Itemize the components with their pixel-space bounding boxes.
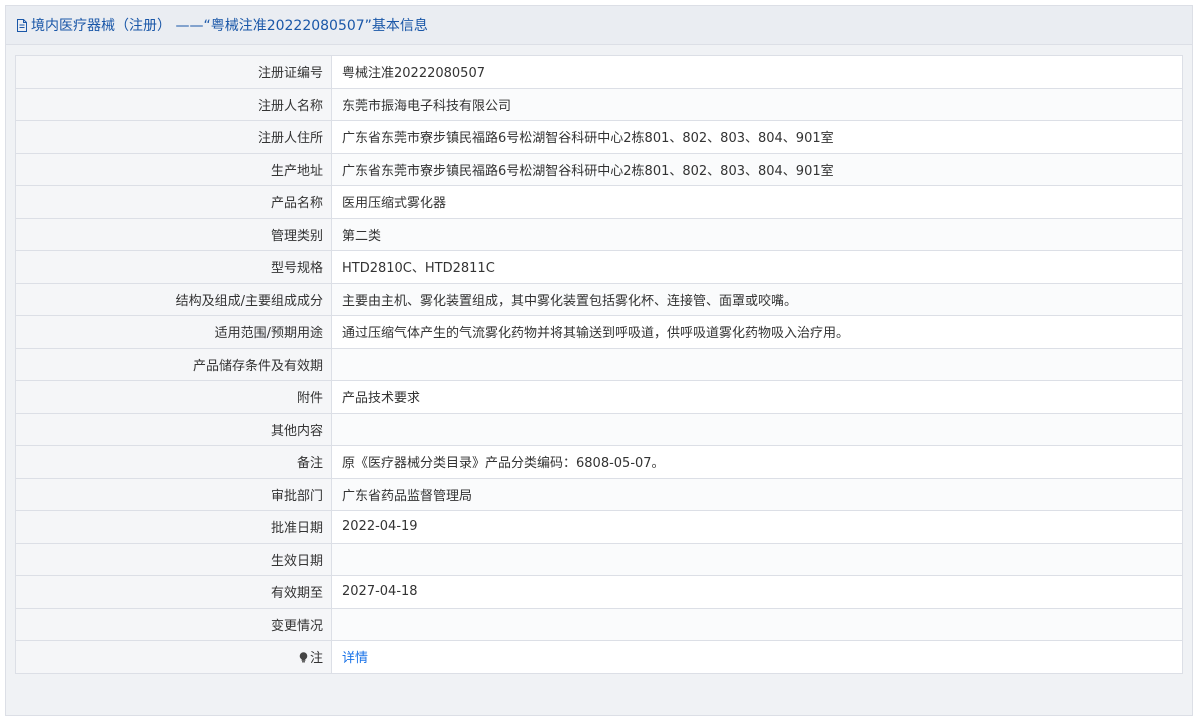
note-label-cell: 注 <box>15 640 332 674</box>
table-row: 变更情况 <box>15 607 1183 641</box>
table-row: 适用范围/预期用途 通过压缩气体产生的气流雾化药物并将其输送到呼吸道，供呼吸道雾化… <box>15 315 1183 349</box>
table-row: 产品储存条件及有效期 <box>15 347 1183 381</box>
field-value: HTD2810C、HTD2811C <box>331 250 1183 284</box>
note-label: 注 <box>309 651 323 667</box>
field-value <box>331 412 1183 446</box>
field-label: 注册人名称 <box>15 87 332 121</box>
field-label: 生效日期 <box>15 542 332 576</box>
table-row: 审批部门 广东省药品监督管理局 <box>15 477 1183 511</box>
field-value: 主要由主机、雾化装置组成，其中雾化装置包括雾化杯、连接管、面罩或咬嘴。 <box>331 282 1183 316</box>
field-label: 产品储存条件及有效期 <box>15 347 332 381</box>
field-label: 注册证编号 <box>15 55 332 89</box>
info-panel: 境内医疗器械（注册） ——“粤械注准20222080507”基本信息 注册证编号… <box>5 5 1193 716</box>
field-label: 审批部门 <box>15 477 332 511</box>
table-row: 备注 原《医疗器械分类目录》产品分类编码：6808-05-07。 <box>15 445 1183 479</box>
field-label: 生产地址 <box>15 152 332 186</box>
table-row: 生效日期 <box>15 542 1183 576</box>
field-label: 适用范围/预期用途 <box>15 315 332 349</box>
field-label: 其他内容 <box>15 412 332 446</box>
field-value <box>331 607 1183 641</box>
field-value <box>331 347 1183 381</box>
field-value <box>331 542 1183 576</box>
field-value: 通过压缩气体产生的气流雾化药物并将其输送到呼吸道，供呼吸道雾化药物吸入治疗用。 <box>331 315 1183 349</box>
field-label: 结构及组成/主要组成成分 <box>15 282 332 316</box>
field-label: 备注 <box>15 445 332 479</box>
table-row: 附件 产品技术要求 <box>15 380 1183 414</box>
field-label: 产品名称 <box>15 185 332 219</box>
detail-table: 注册证编号 粤械注准20222080507 注册人名称 东莞市振海电子科技有限公司 注册… <box>15 55 1183 674</box>
table-row: 生产地址 广东省东莞市寮步镇民福路6号松湖智谷科研中心2栋801、802、803、… <box>15 152 1183 186</box>
document-icon <box>16 19 28 32</box>
table-row: 注册人名称 东莞市振海电子科技有限公司 <box>15 87 1183 121</box>
field-value: 医用压缩式雾化器 <box>331 185 1183 219</box>
field-value: 东莞市振海电子科技有限公司 <box>331 87 1183 121</box>
field-value: 2022-04-19 <box>331 510 1183 544</box>
table-row: 型号规格 HTD2810C、HTD2811C <box>15 250 1183 284</box>
field-label: 变更情况 <box>15 607 332 641</box>
table-row: 结构及组成/主要组成成分 主要由主机、雾化装置组成，其中雾化装置包括雾化杯、连接管… <box>15 282 1183 316</box>
field-value: 2027-04-18 <box>331 575 1183 609</box>
field-label: 注册人住所 <box>15 120 332 154</box>
table-row: 有效期至 2027-04-18 <box>15 575 1183 609</box>
note-row: 注 详情 <box>15 640 1183 674</box>
panel-header: 境内医疗器械（注册） ——“粤械注准20222080507”基本信息 <box>6 6 1192 45</box>
table-row: 注册证编号 粤械注准20222080507 <box>15 55 1183 89</box>
table-row: 产品名称 医用压缩式雾化器 <box>15 185 1183 219</box>
field-value: 原《医疗器械分类目录》产品分类编码：6808-05-07。 <box>331 445 1183 479</box>
page-title: 境内医疗器械（注册） ——“粤械注准20222080507”基本信息 <box>31 18 428 34</box>
table-row: 注册人住所 广东省东莞市寮步镇民福路6号松湖智谷科研中心2栋801、802、803… <box>15 120 1183 154</box>
field-label: 型号规格 <box>15 250 332 284</box>
note-value-cell: 详情 <box>331 640 1183 674</box>
field-label: 附件 <box>15 380 332 414</box>
field-value: 产品技术要求 <box>331 380 1183 414</box>
table-row: 批准日期 2022-04-19 <box>15 510 1183 544</box>
field-label: 有效期至 <box>15 575 332 609</box>
table-row: 其他内容 <box>15 412 1183 446</box>
field-value: 粤械注准20222080507 <box>331 55 1183 89</box>
details-link[interactable]: 详情 <box>342 651 368 666</box>
table-row: 管理类别 第二类 <box>15 217 1183 251</box>
lightbulb-icon <box>299 652 308 663</box>
detail-table-container: 注册证编号 粤械注准20222080507 注册人名称 东莞市振海电子科技有限公司 注册… <box>15 55 1183 674</box>
field-value: 第二类 <box>331 217 1183 251</box>
field-value: 广东省东莞市寮步镇民福路6号松湖智谷科研中心2栋801、802、803、804、… <box>331 120 1183 154</box>
field-value: 广东省药品监督管理局 <box>331 477 1183 511</box>
field-label: 批准日期 <box>15 510 332 544</box>
field-value: 广东省东莞市寮步镇民福路6号松湖智谷科研中心2栋801、802、803、804、… <box>331 152 1183 186</box>
field-label: 管理类别 <box>15 217 332 251</box>
